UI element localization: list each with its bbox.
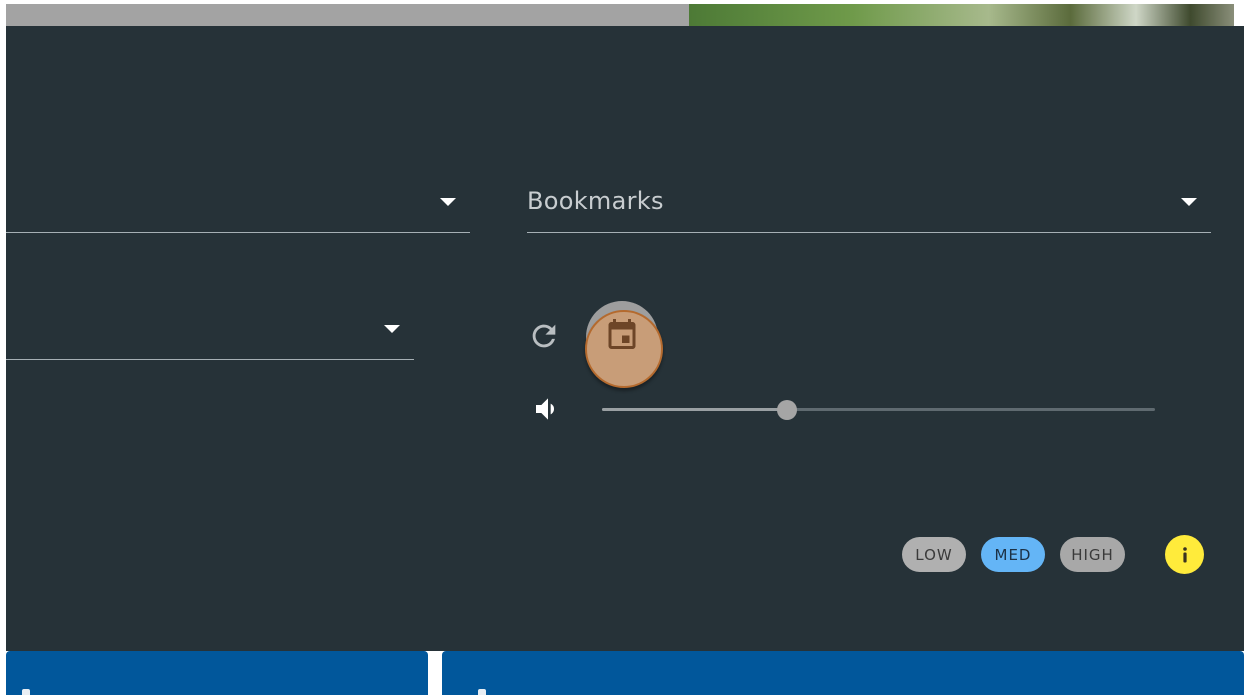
arrow-drop-down-icon[interactable] xyxy=(384,325,400,333)
header-photo xyxy=(689,4,1234,26)
top-strip xyxy=(0,0,1244,26)
card-content-peek xyxy=(22,689,30,695)
volume-slider[interactable] xyxy=(602,400,1155,420)
info-icon[interactable] xyxy=(1165,535,1204,574)
bottom-card-right[interactable] xyxy=(442,651,1244,695)
bottom-card-left[interactable] xyxy=(6,651,428,695)
chip-low[interactable]: LOW xyxy=(902,537,966,572)
bookmarks-select[interactable]: Bookmarks xyxy=(527,182,1211,233)
info-glyph xyxy=(1182,546,1187,562)
calendar-icon xyxy=(608,319,636,349)
chip-med[interactable]: MED xyxy=(981,537,1045,572)
header-banner-area xyxy=(6,4,689,26)
card-content-peek xyxy=(478,689,486,695)
refresh-icon[interactable] xyxy=(527,319,561,353)
chip-high[interactable]: HIGH xyxy=(1060,537,1125,572)
select-field-2[interactable] xyxy=(6,308,414,360)
select-field-1[interactable] xyxy=(6,182,470,233)
volume-slider-thumb[interactable] xyxy=(777,400,798,420)
bookmarks-select-label: Bookmarks xyxy=(527,187,664,215)
arrow-drop-down-icon[interactable] xyxy=(1181,198,1197,206)
arrow-drop-down-icon[interactable] xyxy=(440,198,456,206)
volume-icon[interactable] xyxy=(530,393,566,425)
screen: Bookmarks LOW MED HIGH xyxy=(0,0,1244,695)
volume-slider-fill xyxy=(602,408,788,411)
